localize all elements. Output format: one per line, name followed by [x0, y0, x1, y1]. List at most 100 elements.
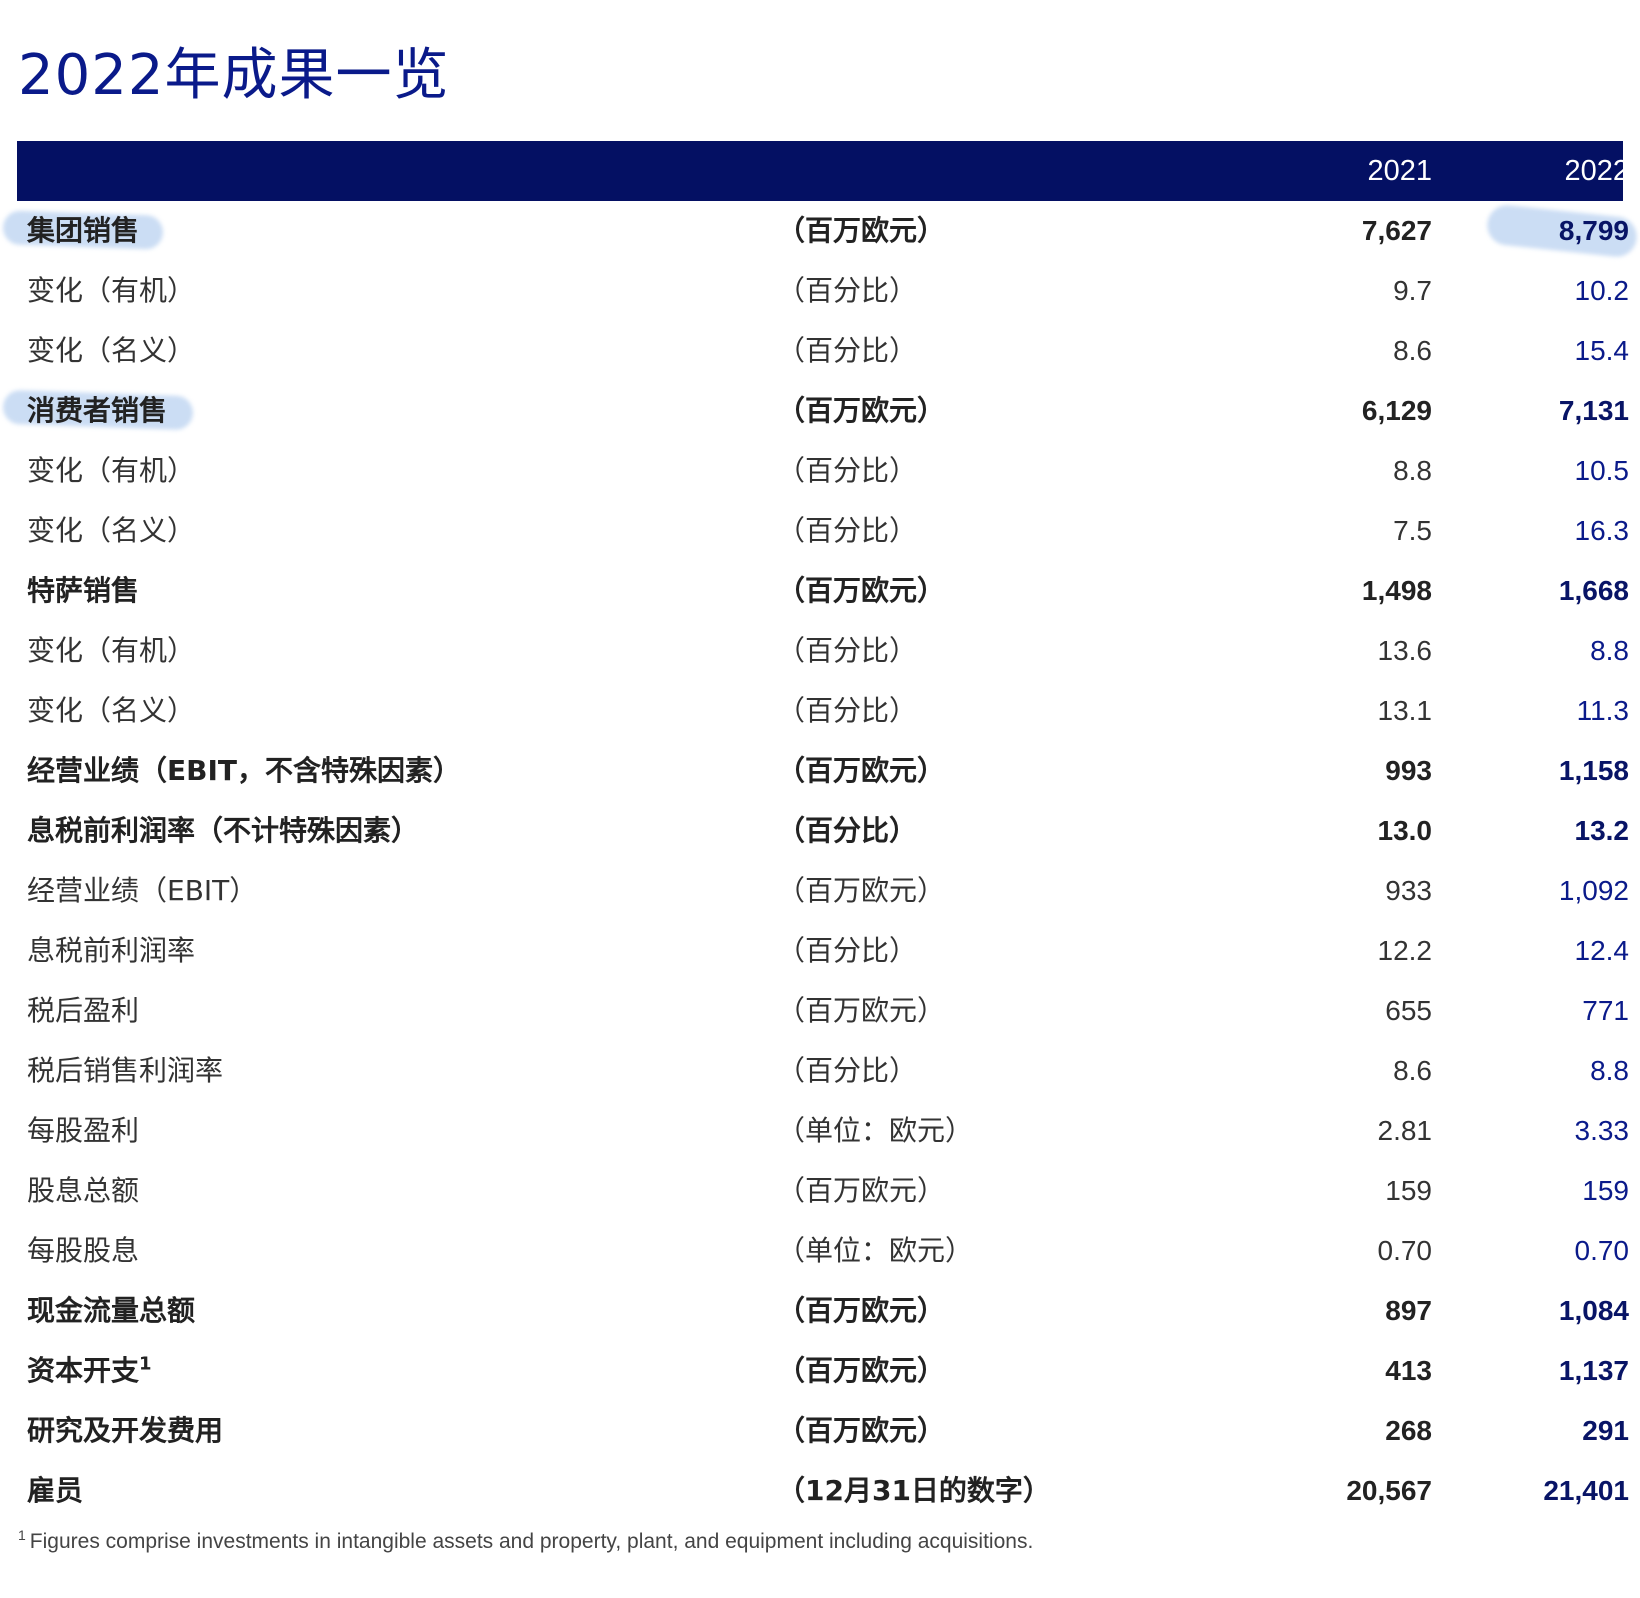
table-row: 每股盈利 （单位：欧元） 2.81 3.33 — [17, 1101, 1629, 1161]
row-label: 变化（名义） — [27, 514, 196, 547]
row-label: 经营业绩（EBIT） — [27, 874, 258, 907]
row-label: 股息总额 — [27, 1174, 140, 1207]
table-row: 税后销售利润率 （百分比） 8.6 8.8 — [17, 1041, 1629, 1101]
value-2021: 13.0 — [1377, 815, 1433, 846]
value-2022: 8,799 — [1558, 215, 1629, 246]
row-unit: （百分比） — [777, 634, 918, 667]
value-2022: 8.8 — [1590, 635, 1629, 666]
value-2021: 1,498 — [1361, 575, 1432, 606]
row-unit: （百万欧元） — [777, 874, 946, 907]
row-unit: （百万欧元） — [777, 754, 946, 787]
value-2021: 159 — [1385, 1175, 1432, 1206]
row-unit: （百万欧元） — [777, 1174, 946, 1207]
row-unit: （百万欧元） — [777, 1354, 946, 1387]
table-row: 消费者销售 （百万欧元） 6,129 7,131 — [2, 381, 1629, 441]
table-row: 雇员 （12月31日的数字） 20,567 21,401 — [17, 1461, 1629, 1521]
row-label: 税后销售利润率 — [27, 1054, 224, 1087]
value-2021: 993 — [1385, 755, 1432, 786]
value-2022: 3.33 — [1574, 1115, 1630, 1146]
row-label: 经营业绩（EBIT，不含特殊因素） — [27, 754, 461, 787]
row-unit: （单位：欧元） — [777, 1114, 974, 1147]
table-row: 特萨销售 （百万欧元） 1,498 1,668 — [17, 561, 1629, 621]
value-2021: 13.6 — [1377, 635, 1433, 666]
row-unit: （百分比） — [777, 514, 918, 547]
value-2021: 8.6 — [1393, 335, 1432, 366]
row-unit: （百万欧元） — [777, 994, 946, 1027]
row-label: 现金流量总额 — [27, 1294, 196, 1327]
value-2021: 2.81 — [1377, 1115, 1433, 1146]
row-label: 特萨销售 — [27, 574, 140, 607]
value-2022: 7,131 — [1558, 395, 1629, 426]
table-row: 息税前利润率 （百分比） 12.2 12.4 — [17, 921, 1629, 981]
table-row: 资本开支1 （百万欧元） 413 1,137 — [17, 1341, 1629, 1401]
table-row: 研究及开发费用 （百万欧元） 268 291 — [17, 1401, 1629, 1461]
value-2022: 771 — [1582, 995, 1629, 1026]
row-unit: （百分比） — [777, 334, 918, 367]
value-2022: 15.4 — [1574, 335, 1630, 366]
footnote-marker: 1 — [18, 1527, 26, 1543]
table-row: 变化（名义） （百分比） 8.6 15.4 — [17, 321, 1629, 381]
value-2022: 0.70 — [1574, 1235, 1630, 1266]
row-unit: （百万欧元） — [777, 1414, 946, 1447]
results-table: 2021 2022 集团销售 （百万欧元） 7,627 8,799 变化（有机） （百分比… — [2, 141, 1639, 1521]
value-2021: 933 — [1385, 875, 1432, 906]
row-label: 税后盈利 — [27, 994, 140, 1027]
value-2022: 10.2 — [1574, 275, 1630, 306]
table-row: 股息总额 （百万欧元） 159 159 — [17, 1161, 1629, 1221]
footnote-text: Figures comprise investments in intangib… — [29, 1530, 1034, 1553]
header-year-2021: 2021 — [1367, 155, 1432, 187]
table-row: 变化（有机） （百分比） 8.8 10.5 — [17, 441, 1629, 501]
value-2022: 8.8 — [1590, 1055, 1629, 1086]
row-label: 研究及开发费用 — [27, 1414, 224, 1447]
table-row: 税后盈利 （百万欧元） 655 771 — [17, 981, 1629, 1041]
row-label: 变化（有机） — [27, 454, 196, 487]
value-2022: 1,158 — [1558, 755, 1629, 786]
value-2021: 20,567 — [1346, 1475, 1432, 1506]
table-row: 现金流量总额 （百万欧元） 897 1,084 — [17, 1281, 1629, 1341]
value-2021: 8.6 — [1393, 1055, 1432, 1086]
row-label: 变化（名义） — [27, 334, 196, 367]
row-unit: （百分比） — [777, 934, 918, 967]
table-row: 经营业绩（EBIT） （百万欧元） 933 1,092 — [17, 861, 1629, 921]
table-row: 每股股息 （单位：欧元） 0.70 0.70 — [17, 1221, 1629, 1281]
value-2022: 10.5 — [1574, 455, 1630, 486]
row-unit: （百分比） — [777, 1054, 918, 1087]
value-2022: 1,084 — [1558, 1295, 1629, 1326]
value-2022: 11.3 — [1576, 695, 1629, 726]
page-title: 2022年成果一览 — [18, 43, 450, 108]
row-label: 变化（名义） — [27, 694, 196, 727]
row-unit: （百万欧元） — [777, 394, 946, 427]
row-label: 雇员 — [27, 1474, 84, 1507]
row-unit: （百万欧元） — [777, 574, 946, 607]
value-2021: 897 — [1385, 1295, 1432, 1326]
row-label-wrap: 资本开支1 — [27, 1341, 152, 1401]
footnote: 1 Figures comprise investments in intangi… — [18, 1527, 1033, 1554]
row-unit: （12月31日的数字） — [777, 1474, 1051, 1507]
row-label: 变化（有机） — [27, 274, 196, 307]
value-2022: 159 — [1582, 1175, 1629, 1206]
value-2021: 6,129 — [1361, 395, 1432, 426]
row-unit: （百分比） — [777, 274, 918, 307]
table-row: 变化（有机） （百分比） 9.7 10.2 — [17, 261, 1629, 321]
value-2021: 9.7 — [1393, 275, 1432, 306]
value-2022: 12.4 — [1574, 935, 1630, 966]
value-2021: 8.8 — [1393, 455, 1432, 486]
table-row: 变化（名义） （百分比） 13.1 11.3 — [17, 681, 1629, 741]
value-2021: 7.5 — [1393, 515, 1432, 546]
value-2021: 268 — [1385, 1415, 1432, 1446]
value-2022: 1,137 — [1558, 1355, 1629, 1386]
row-unit: （单位：欧元） — [777, 1234, 974, 1267]
row-unit: （百分比） — [777, 454, 918, 487]
value-2021: 12.2 — [1377, 935, 1433, 966]
row-unit: （百万欧元） — [777, 1294, 946, 1327]
row-label: 变化（有机） — [27, 634, 196, 667]
value-2022: 21,401 — [1543, 1475, 1629, 1506]
row-label: 息税前利润率（不计特殊因素） — [27, 814, 420, 847]
value-2022: 1,668 — [1558, 575, 1629, 606]
value-2022: 291 — [1582, 1415, 1629, 1446]
value-2021: 655 — [1385, 995, 1432, 1026]
value-2022: 16.3 — [1574, 515, 1630, 546]
table-row: 息税前利润率（不计特殊因素） （百分比） 13.0 13.2 — [17, 801, 1629, 861]
value-2022: 13.2 — [1574, 815, 1630, 846]
table-header: 2021 2022 — [17, 141, 1629, 201]
